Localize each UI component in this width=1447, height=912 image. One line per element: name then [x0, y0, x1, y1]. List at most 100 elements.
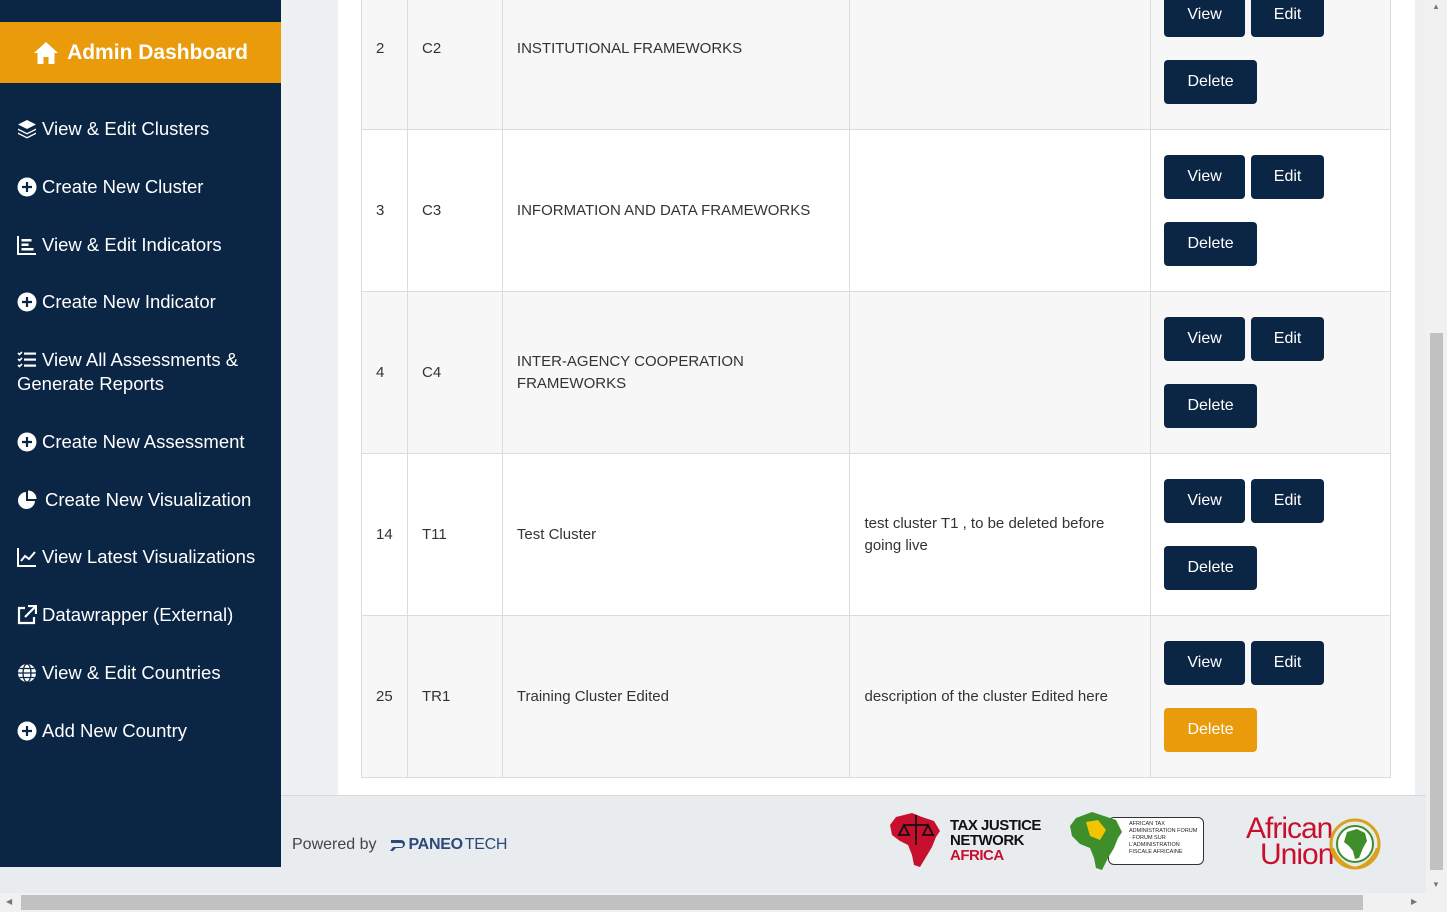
cell-id: 14: [361, 453, 408, 616]
paneo-mark-icon: [389, 840, 405, 851]
sidebar-item-add-country[interactable]: Add New Country: [0, 719, 201, 743]
powered-by-label: Powered by: [292, 836, 377, 853]
sidebar-item-create-visualization[interactable]: Create New Visualization: [0, 488, 265, 512]
sidebar-item-label: Datawrapper (External): [42, 604, 234, 625]
cell-description: [849, 129, 1152, 292]
african-union-logo[interactable]: African Union: [1246, 814, 1381, 870]
africa-scales-icon: [890, 813, 940, 867]
sidebar-item-view-edit-indicators[interactable]: View & Edit Indicators: [0, 233, 236, 257]
paneo-light: TECH: [464, 836, 508, 853]
cell-id: 25: [361, 615, 408, 778]
horizontal-scrollbar[interactable]: ◀ ▶: [0, 893, 1426, 912]
scrollbar-corner: [1426, 893, 1447, 912]
cell-actions: View Edit Delete: [1150, 291, 1391, 454]
sidebar-item-label: Create New Visualization: [45, 489, 252, 510]
view-button[interactable]: View: [1164, 0, 1246, 37]
delete-button[interactable]: Delete: [1164, 222, 1258, 266]
sidebar-item-datawrapper[interactable]: Datawrapper (External): [0, 603, 247, 627]
plus-circle-icon: [17, 290, 39, 314]
cell-actions: View Edit Delete: [1150, 129, 1391, 292]
sidebar-item-label: Create New Indicator: [42, 291, 216, 312]
cell-name: INFORMATION AND DATA FRAMEWORKS: [501, 129, 851, 292]
home-icon: [34, 41, 59, 64]
au-wordmark: African Union: [1246, 814, 1334, 871]
cell-code: C2: [406, 0, 503, 130]
layers-icon: [17, 117, 39, 141]
cell-name: INTER-AGENCY COOPERATION FRAMEWORKS: [501, 291, 851, 454]
main-content: 2 C2 INSTITUTIONAL FRAMEWORKS View Edit D…: [281, 0, 1426, 795]
scroll-down-arrow-icon[interactable]: ▼: [1432, 880, 1440, 889]
view-button[interactable]: View: [1164, 479, 1246, 523]
delete-button[interactable]: Delete: [1164, 384, 1258, 428]
tax-justice-network-logo[interactable]: TAX JUSTICE NETWORK AFRICA: [888, 811, 1041, 869]
sidebar-item-label: Add New Country: [42, 720, 187, 741]
edit-button[interactable]: Edit: [1251, 641, 1325, 685]
sidebar-item-label: View Latest Visualizations: [42, 546, 256, 567]
sidebar-item-view-assessments[interactable]: View All Assessments & Generate Reports: [0, 348, 252, 396]
table-row: 2 C2 INSTITUTIONAL FRAMEWORKS View Edit D…: [361, 0, 1391, 130]
sidebar-item-label: View All Assessments &: [42, 349, 239, 370]
plus-circle-icon: [17, 175, 39, 199]
tjn-line3: AFRICA: [950, 846, 1004, 864]
paneo-bold: PANEO: [408, 836, 464, 853]
edit-button[interactable]: Edit: [1251, 479, 1325, 523]
cell-description: [849, 0, 1152, 130]
sidebar-item-label: View & Edit Clusters: [42, 118, 210, 139]
cell-name: INSTITUTIONAL FRAMEWORKS: [501, 0, 851, 130]
sidebar-item-view-edit-clusters[interactable]: View & Edit Clusters: [0, 117, 223, 141]
bar-chart-icon: [17, 233, 39, 257]
delete-button[interactable]: Delete: [1164, 708, 1258, 752]
list-icon: [17, 348, 39, 372]
scroll-right-arrow-icon[interactable]: ▶: [1411, 897, 1417, 906]
view-button[interactable]: View: [1164, 317, 1246, 361]
tjn-wordmark: TAX JUSTICE NETWORK AFRICA: [950, 818, 1041, 863]
paneotech-logo[interactable]: PANEO TECH: [389, 836, 508, 854]
sidebar-item-create-assessment[interactable]: Create New Assessment: [0, 430, 259, 454]
cell-id: 4: [361, 291, 408, 454]
plus-circle-icon: [17, 719, 39, 743]
delete-button[interactable]: Delete: [1164, 60, 1258, 104]
cell-name: Test Cluster: [501, 453, 851, 616]
horizontal-scroll-thumb[interactable]: [21, 895, 1363, 910]
au-emblem-icon: [1329, 818, 1381, 870]
sidebar-item-label-line2: Generate Reports: [17, 373, 165, 394]
sidebar-item-create-indicator[interactable]: Create New Indicator: [0, 290, 230, 314]
au-line2: Union: [1260, 838, 1334, 871]
cell-id: 2: [361, 0, 408, 130]
clusters-table: 2 C2 INSTITUTIONAL FRAMEWORKS View Edit D…: [361, 0, 1391, 778]
clusters-card: 2 C2 INSTITUTIONAL FRAMEWORKS View Edit D…: [338, 0, 1415, 795]
cell-code: T11: [406, 453, 503, 616]
edit-button[interactable]: Edit: [1251, 155, 1325, 199]
scroll-left-arrow-icon[interactable]: ◀: [6, 897, 12, 906]
cell-code: C4: [406, 291, 503, 454]
ataf-logo[interactable]: AFRICAN TAX ADMINISTRATION FORUM · FORUM…: [1066, 810, 1204, 872]
table-row: 25 TR1 Training Cluster Edited descripti…: [361, 615, 1391, 778]
table-row: 3 C3 INFORMATION AND DATA FRAMEWORKS Vie…: [361, 129, 1391, 292]
edit-button[interactable]: Edit: [1251, 0, 1325, 37]
line-chart-icon: [17, 545, 39, 569]
delete-button[interactable]: Delete: [1164, 546, 1258, 590]
vertical-scrollbar[interactable]: ▲ ▼: [1426, 0, 1447, 893]
sidebar-item-latest-visualizations[interactable]: View Latest Visualizations: [0, 545, 269, 569]
cell-name: Training Cluster Edited: [501, 615, 851, 778]
sidebar-item-label: Create New Cluster: [42, 176, 204, 197]
tjn-line1: TAX JUSTICE: [950, 816, 1041, 834]
edit-button[interactable]: Edit: [1251, 317, 1325, 361]
cell-id: 3: [361, 129, 408, 292]
cell-actions: View Edit Delete: [1150, 0, 1391, 130]
cell-description: [849, 291, 1152, 454]
scroll-up-arrow-icon[interactable]: ▲: [1432, 2, 1440, 11]
admin-dashboard-link[interactable]: Admin Dashboard: [0, 22, 281, 83]
table-row: 14 T11 Test Cluster test cluster T1 , to…: [361, 453, 1391, 616]
view-button[interactable]: View: [1164, 641, 1246, 685]
sidebar-item-label: View & Edit Indicators: [42, 234, 222, 255]
cell-description: test cluster T1 , to be deleted before g…: [849, 453, 1152, 616]
vertical-scroll-thumb[interactable]: [1430, 333, 1443, 870]
sidebar-item-label: Create New Assessment: [42, 431, 245, 452]
cell-code: C3: [406, 129, 503, 292]
sidebar-item-view-edit-countries[interactable]: View & Edit Countries: [0, 661, 235, 685]
sidebar-item-create-cluster[interactable]: Create New Cluster: [0, 175, 217, 199]
tjn-line2: NETWORK: [950, 831, 1024, 849]
powered-by: Powered by PANEO TECH: [292, 836, 507, 854]
view-button[interactable]: View: [1164, 155, 1246, 199]
